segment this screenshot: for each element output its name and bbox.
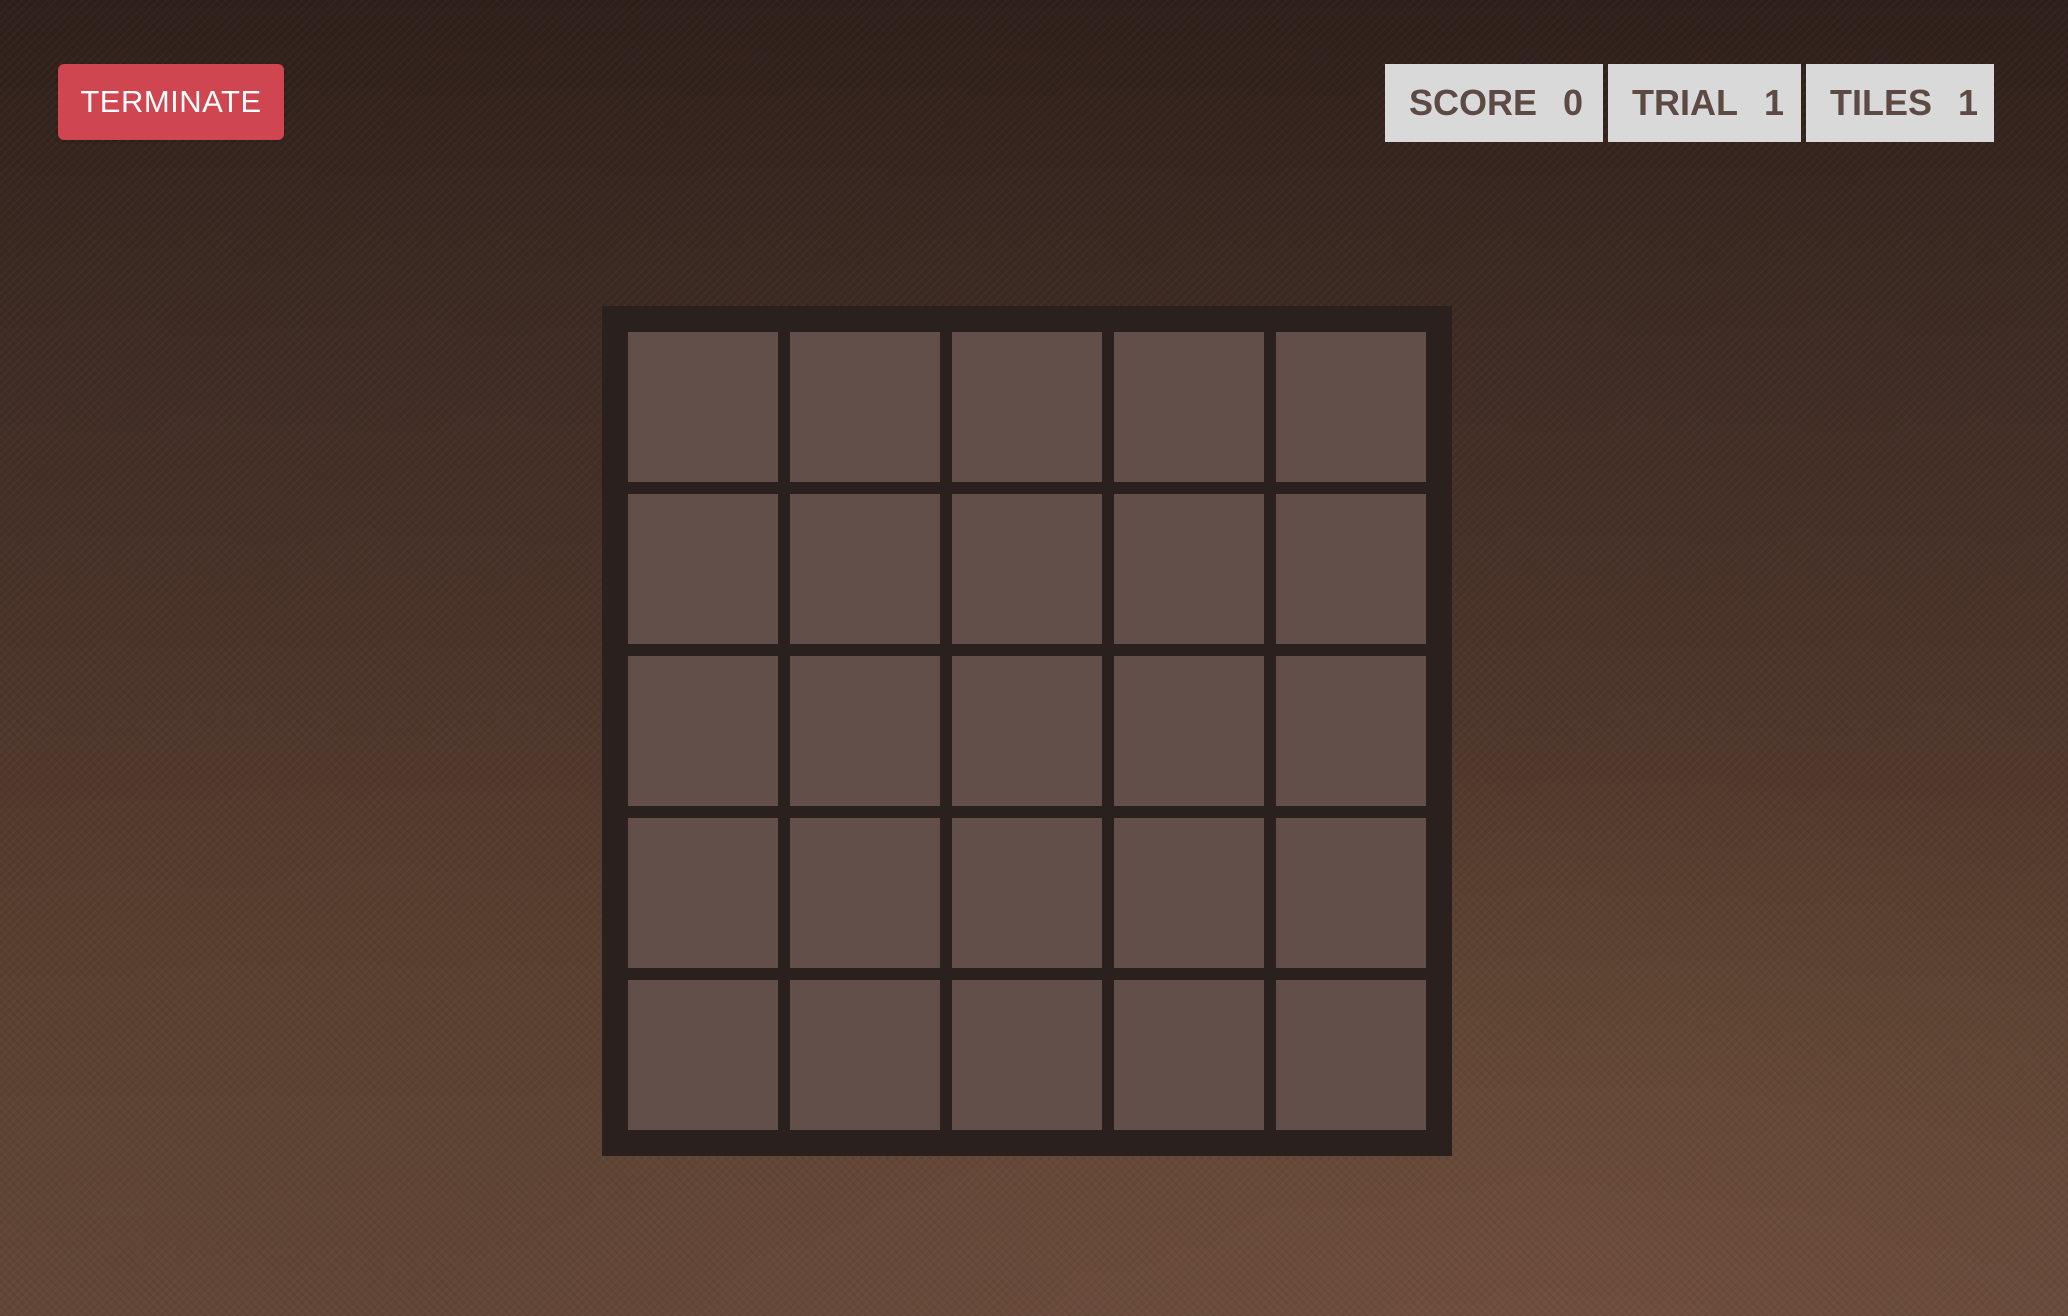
tiles-value: 1	[1958, 82, 1979, 123]
board-tile-r4-c4[interactable]	[1276, 980, 1426, 1130]
board-tile-r4-c0[interactable]	[628, 980, 778, 1130]
board-tile-r2-c3[interactable]	[1114, 656, 1264, 806]
board-tile-r1-c4[interactable]	[1276, 494, 1426, 644]
board-tile-r1-c0[interactable]	[628, 494, 778, 644]
board-tile-r2-c2[interactable]	[952, 656, 1102, 806]
board-tile-r0-c0[interactable]	[628, 332, 778, 482]
terminate-button[interactable]: TERMINATE	[58, 64, 284, 140]
trial-display: TRIAL 1	[1608, 64, 1801, 142]
board-tile-r0-c1[interactable]	[790, 332, 940, 482]
board-tile-r0-c3[interactable]	[1114, 332, 1264, 482]
score-value: 0	[1563, 82, 1584, 123]
board-tile-r2-c0[interactable]	[628, 656, 778, 806]
board-tile-r4-c2[interactable]	[952, 980, 1102, 1130]
board-tile-r4-c3[interactable]	[1114, 980, 1264, 1130]
board-tile-r0-c2[interactable]	[952, 332, 1102, 482]
board-tile-r2-c1[interactable]	[790, 656, 940, 806]
board-tile-r3-c2[interactable]	[952, 818, 1102, 968]
board-tile-r2-c4[interactable]	[1276, 656, 1426, 806]
tiles-label: TILES	[1830, 82, 1933, 123]
trial-label: TRIAL	[1632, 82, 1738, 123]
tiles-display: TILES 1	[1806, 64, 1994, 142]
board-tile-r0-c4[interactable]	[1276, 332, 1426, 482]
score-label: SCORE	[1409, 82, 1538, 123]
board-tile-r3-c1[interactable]	[790, 818, 940, 968]
board-tile-r1-c3[interactable]	[1114, 494, 1264, 644]
score-display: SCORE 0	[1385, 64, 1603, 142]
board-tile-r3-c0[interactable]	[628, 818, 778, 968]
stats-bar: SCORE 0 TRIAL 1 TILES 1	[1385, 64, 1994, 142]
game-board	[602, 306, 1452, 1156]
board-tile-r3-c4[interactable]	[1276, 818, 1426, 968]
board-tile-r1-c1[interactable]	[790, 494, 940, 644]
board-tile-r3-c3[interactable]	[1114, 818, 1264, 968]
trial-value: 1	[1763, 82, 1785, 123]
board-tile-r4-c1[interactable]	[790, 980, 940, 1130]
board-tile-r1-c2[interactable]	[952, 494, 1102, 644]
